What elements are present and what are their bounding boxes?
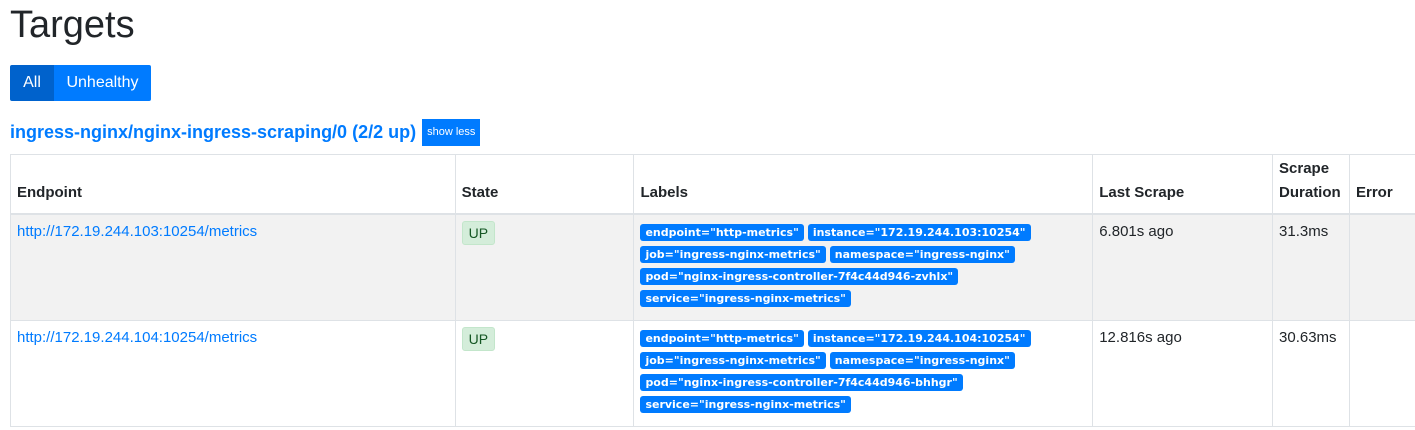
error-cell xyxy=(1349,320,1415,427)
header-endpoint: Endpoint xyxy=(10,154,456,215)
label-badge-job: job="ingress-nginx-metrics" xyxy=(640,245,826,263)
header-error: Error xyxy=(1349,154,1415,215)
endpoint-cell: http://172.19.244.103:10254/metrics xyxy=(10,213,456,321)
table-row: http://172.19.244.104:10254/metrics UP e… xyxy=(10,320,1415,427)
table-header-row: Endpoint State Labels Last Scrape Scrape… xyxy=(10,154,1415,215)
label-badge-instance: instance="172.19.244.104:10254" xyxy=(807,330,1031,347)
label-badge-service: service="ingress-nginx-metrics" xyxy=(640,396,851,413)
scrape-duration-cell: 31.3ms xyxy=(1272,213,1350,321)
state-cell: UP xyxy=(454,213,635,321)
scrape-pool-link[interactable]: ingress-nginx/nginx-ingress-scraping/0 (… xyxy=(10,122,416,143)
label-badge-service: service="ingress-nginx-metrics" xyxy=(640,289,851,307)
target-filter-group: All Unhealthy xyxy=(10,65,151,101)
label-badge-instance: instance="172.19.244.103:10254" xyxy=(807,223,1031,241)
last-scrape-cell: 12.816s ago xyxy=(1092,320,1274,427)
label-badge-namespace: namespace="ingress-nginx" xyxy=(829,352,1015,369)
header-last-scrape: Last Scrape xyxy=(1092,154,1274,215)
scrape-pool-header: ingress-nginx/nginx-ingress-scraping/0 (… xyxy=(10,118,481,146)
table-row: http://172.19.244.103:10254/metrics UP e… xyxy=(10,213,1415,321)
label-badge-job: job="ingress-nginx-metrics" xyxy=(640,352,826,369)
targets-table: Endpoint State Labels Last Scrape Scrape… xyxy=(10,154,1415,427)
filter-all-button[interactable]: All xyxy=(10,65,54,101)
state-up-badge: UP xyxy=(461,327,496,351)
header-state: State xyxy=(454,154,635,215)
header-scrape-duration-line2: Duration xyxy=(1279,183,1341,201)
label-badge-pod: pod="nginx-ingress-controller-7f4c44d946… xyxy=(640,374,963,391)
labels-cell: endpoint="http-metrics" instance="172.19.… xyxy=(633,320,1094,427)
header-scrape-duration: Scrape Duration xyxy=(1272,154,1350,215)
label-badge-pod: pod="nginx-ingress-controller-7f4c44d946… xyxy=(640,267,959,285)
page-title: Targets xyxy=(10,4,135,46)
endpoint-link[interactable]: http://172.19.244.103:10254/metrics xyxy=(17,223,257,240)
last-scrape-cell: 6.801s ago xyxy=(1092,213,1274,321)
header-labels: Labels xyxy=(633,154,1094,215)
endpoint-link[interactable]: http://172.19.244.104:10254/metrics xyxy=(17,329,257,346)
endpoint-cell: http://172.19.244.104:10254/metrics xyxy=(10,320,456,427)
scrape-duration-cell: 30.63ms xyxy=(1272,320,1350,427)
header-scrape-duration-line1: Scrape xyxy=(1279,159,1330,177)
label-badge-endpoint: endpoint="http-metrics" xyxy=(640,223,804,241)
filter-unhealthy-button[interactable]: Unhealthy xyxy=(54,65,151,101)
label-badge-endpoint: endpoint="http-metrics" xyxy=(640,330,804,347)
targets-page: Targets All Unhealthy ingress-nginx/ngin… xyxy=(0,0,1415,430)
state-up-badge: UP xyxy=(461,220,496,245)
state-cell: UP xyxy=(454,320,635,427)
show-less-button[interactable]: show less xyxy=(422,118,481,146)
labels-cell: endpoint="http-metrics" instance="172.19.… xyxy=(633,213,1094,321)
error-cell xyxy=(1349,213,1415,321)
label-badge-namespace: namespace="ingress-nginx" xyxy=(829,245,1015,263)
